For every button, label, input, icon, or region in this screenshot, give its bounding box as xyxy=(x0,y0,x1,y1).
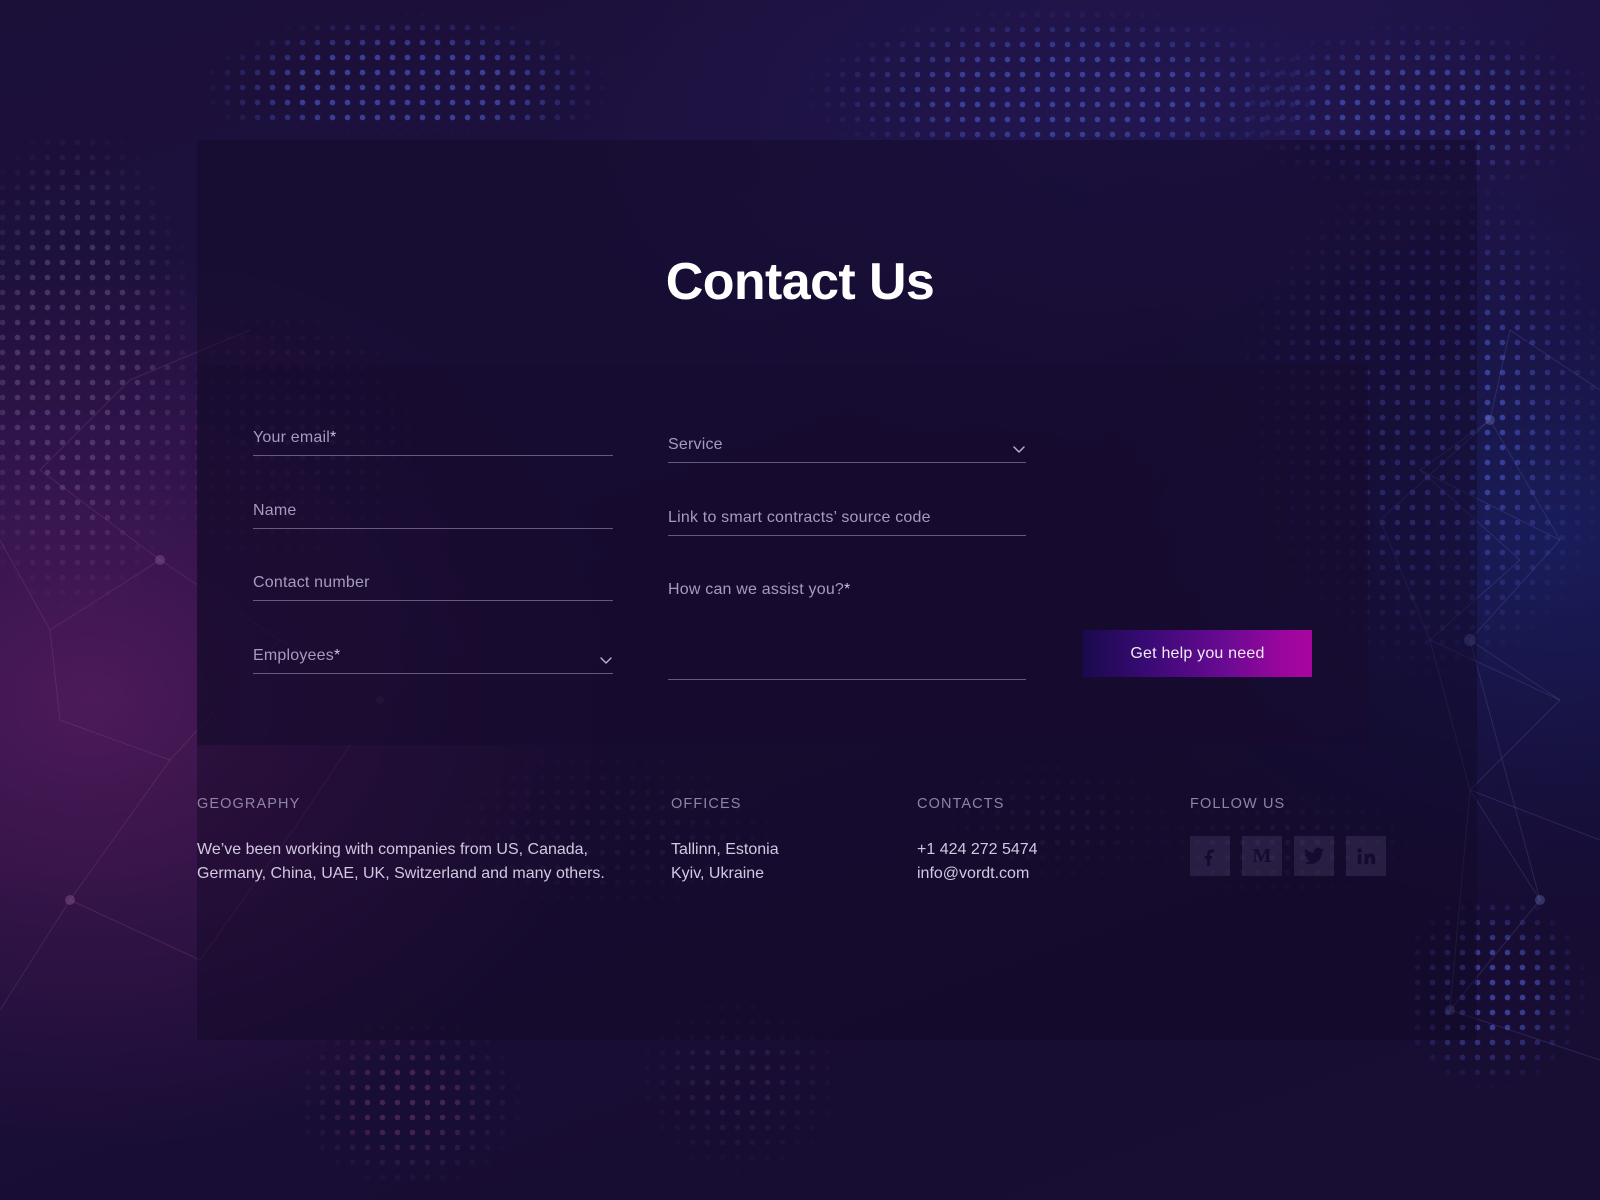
field-name[interactable]: Name xyxy=(253,502,613,529)
field-service-select[interactable]: Service xyxy=(668,436,1026,463)
facebook-link[interactable] xyxy=(1190,836,1230,876)
linkedin-link[interactable] xyxy=(1346,836,1386,876)
footer-column-geography: GEOGRAPHY We’ve been working with compan… xyxy=(197,796,617,886)
field-name-label: Name xyxy=(253,502,297,519)
footer-heading-contacts: CONTACTS xyxy=(917,796,1005,812)
world-map-dots-north-america xyxy=(190,0,670,130)
footer-heading-offices: OFFICES xyxy=(671,796,742,812)
footer-column-offices: OFFICES Tallinn, Estonia Kyiv, Ukraine xyxy=(671,796,871,886)
footer-heading-geography: GEOGRAPHY xyxy=(197,796,301,812)
field-underline xyxy=(253,673,613,674)
required-marker: * xyxy=(333,647,341,664)
field-employees-label: Employees* xyxy=(253,647,341,664)
field-your-email-label: Your email* xyxy=(253,429,337,446)
contact-email-link[interactable]: info@vordt.com xyxy=(917,862,1137,886)
world-map-dots-south xyxy=(640,1000,860,1200)
field-underline xyxy=(668,462,1026,463)
field-how-can-we-assist-label: How can we assist you?* xyxy=(668,581,851,598)
chevron-down-icon[interactable] xyxy=(1012,442,1026,456)
chevron-down-icon[interactable] xyxy=(599,653,613,667)
footer-column-follow-us: FOLLOW US M xyxy=(1190,796,1450,876)
contact-form-card: Your email* Name Contact number Employee… xyxy=(197,365,1368,745)
twitter-icon xyxy=(1303,847,1325,865)
world-map-dots-australia xyxy=(1410,900,1600,1100)
field-underline xyxy=(668,679,1026,680)
field-how-can-we-assist[interactable]: How can we assist you?* xyxy=(668,581,1026,680)
contact-phone-link[interactable]: +1 424 272 5474 xyxy=(917,838,1137,862)
world-map-dots-americas xyxy=(0,135,190,655)
field-contact-number[interactable]: Contact number xyxy=(253,574,613,601)
footer-geography-text: We’ve been working with companies from U… xyxy=(197,841,605,882)
page-title: Contact Us xyxy=(665,253,935,311)
footer-heading-follow-us: FOLLOW US xyxy=(1190,796,1286,812)
field-underline xyxy=(253,528,613,529)
field-contact-number-label: Contact number xyxy=(253,574,370,591)
linkedin-icon xyxy=(1357,848,1376,865)
field-underline xyxy=(253,455,613,456)
page-root: Contact Us Your email* Name Contact numb… xyxy=(0,0,1600,1200)
required-marker: * xyxy=(844,581,851,598)
medium-icon: M xyxy=(1252,845,1272,867)
medium-link[interactable]: M xyxy=(1242,836,1282,876)
get-help-you-need-button[interactable]: Get help you need xyxy=(1083,630,1312,677)
world-map-dots-russia xyxy=(1230,20,1600,200)
required-marker: * xyxy=(330,429,337,446)
field-underline xyxy=(668,535,1026,536)
facebook-icon xyxy=(1204,849,1215,867)
field-employees-select[interactable]: Employees* xyxy=(253,647,613,674)
field-underline xyxy=(253,600,613,601)
footer-column-contacts: CONTACTS +1 424 272 5474 info@vordt.com xyxy=(917,796,1137,886)
office-location-1: Tallinn, Estonia xyxy=(671,841,779,858)
field-your-email[interactable]: Your email* xyxy=(253,429,613,456)
world-map-dots-europe xyxy=(760,0,1320,147)
world-map-dots-southwest xyxy=(300,1020,540,1200)
field-source-code-link[interactable]: Link to smart contracts’ source code xyxy=(668,509,1026,536)
social-links-row: M xyxy=(1190,836,1450,876)
field-service-label: Service xyxy=(668,436,723,453)
field-source-code-link-label: Link to smart contracts’ source code xyxy=(668,509,931,526)
twitter-link[interactable] xyxy=(1294,836,1334,876)
office-location-2: Kyiv, Ukraine xyxy=(671,865,765,882)
